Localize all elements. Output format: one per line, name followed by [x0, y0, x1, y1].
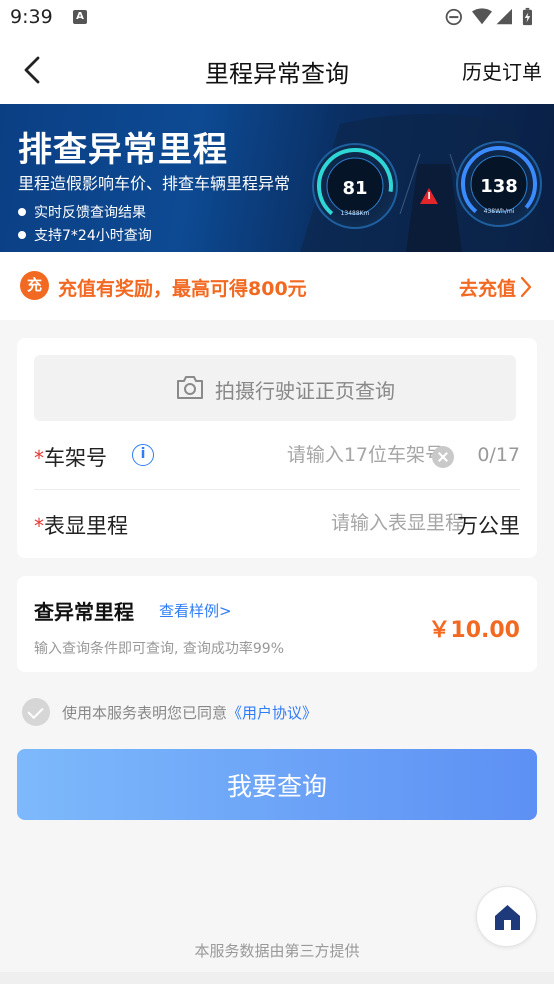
battery-icon	[522, 7, 532, 26]
gauge-right-unit: 438Wh/mi	[484, 208, 515, 215]
query-form-card: 拍摄行驶证正页查询 *车架号 i 0/17 *表显里程 万公里	[17, 338, 537, 558]
notification-icon: A	[73, 10, 87, 24]
vin-row: *车架号 i 0/17	[34, 424, 520, 490]
chevron-right-icon	[520, 276, 532, 298]
recharge-link-label: 去充值	[458, 278, 516, 300]
agreement-prefix: 使用本服务表明您已同意	[62, 704, 228, 722]
promo-text: 充值有奖励，最高可得800元	[58, 278, 307, 300]
status-icons	[445, 7, 532, 26]
wifi-icon	[472, 8, 492, 25]
product-card: 查异常里程 查看样例> 输入查询条件即可查询, 查询成功率99% ￥10.00	[17, 576, 537, 672]
vin-input[interactable]	[184, 438, 444, 472]
banner-subtitle: 里程造假影响车价、排查车辆里程异常	[18, 174, 291, 193]
clear-icon[interactable]	[432, 446, 454, 468]
vin-label: *车架号	[34, 442, 107, 472]
mileage-label: *表显里程	[34, 510, 128, 540]
promo-banner: 排查异常里程 里程造假影响车价、排查车辆里程异常 实时反馈查询结果 支持7*24…	[0, 104, 554, 252]
product-price: ￥10.00	[428, 618, 520, 643]
info-icon[interactable]: i	[132, 444, 154, 466]
mileage-label-text: 表显里程	[44, 514, 128, 538]
banner-bullet: 支持7*24小时查询	[18, 225, 152, 245]
recharge-promo: 充 充值有奖励，最高可得800元 去充值	[0, 252, 554, 320]
product-description: 输入查询条件即可查询, 查询成功率99%	[34, 641, 285, 657]
recharge-link[interactable]: 去充值	[459, 274, 532, 301]
history-orders-link[interactable]: 历史订单	[462, 56, 542, 85]
nav-bar: 里程异常查询 历史订单	[0, 36, 554, 104]
back-arrow-icon[interactable]	[18, 54, 48, 86]
mileage-unit: 万公里	[457, 514, 520, 538]
required-mark: *	[34, 446, 44, 470]
gauge-right-value: 138	[480, 176, 518, 197]
status-time: 9:39	[10, 6, 53, 28]
dnd-icon	[445, 8, 462, 26]
banner-title: 排查异常里程	[18, 130, 228, 170]
user-agreement-link[interactable]: 《用户协议》	[227, 704, 317, 722]
gauge-left-value: 81	[342, 178, 367, 199]
bottom-strip	[0, 972, 554, 984]
required-mark: *	[34, 514, 44, 538]
agreement-text: 使用本服务表明您已同意《用户协议》	[62, 702, 317, 723]
gauge-left-unit: 13488Km	[341, 210, 370, 217]
submit-query-button[interactable]: 我要查询	[17, 749, 537, 820]
banner-bullet: 实时反馈查询结果	[18, 202, 146, 222]
dashboard-illustration: 81 13488Km 138 438Wh/mi	[300, 114, 554, 252]
vin-label-text: 车架号	[44, 446, 107, 470]
recharge-badge-icon: 充	[20, 271, 49, 300]
home-icon	[495, 905, 520, 930]
mileage-input[interactable]	[204, 506, 464, 540]
scan-license-button[interactable]: 拍摄行驶证正页查询	[34, 355, 516, 421]
mileage-row: *表显里程 万公里	[34, 492, 520, 558]
vin-char-counter: 0/17	[477, 444, 520, 466]
signal-icon	[496, 8, 512, 25]
agreement-checkbox[interactable]	[22, 698, 50, 726]
scan-license-label: 拍摄行驶证正页查询	[215, 379, 395, 403]
view-sample-link[interactable]: 查看样例>	[159, 600, 232, 621]
home-button[interactable]	[476, 886, 537, 947]
footer-note: 本服务数据由第三方提供	[194, 942, 360, 960]
product-name: 查异常里程	[34, 600, 134, 624]
status-bar: 9:39 A	[0, 0, 554, 36]
camera-icon	[177, 376, 203, 399]
